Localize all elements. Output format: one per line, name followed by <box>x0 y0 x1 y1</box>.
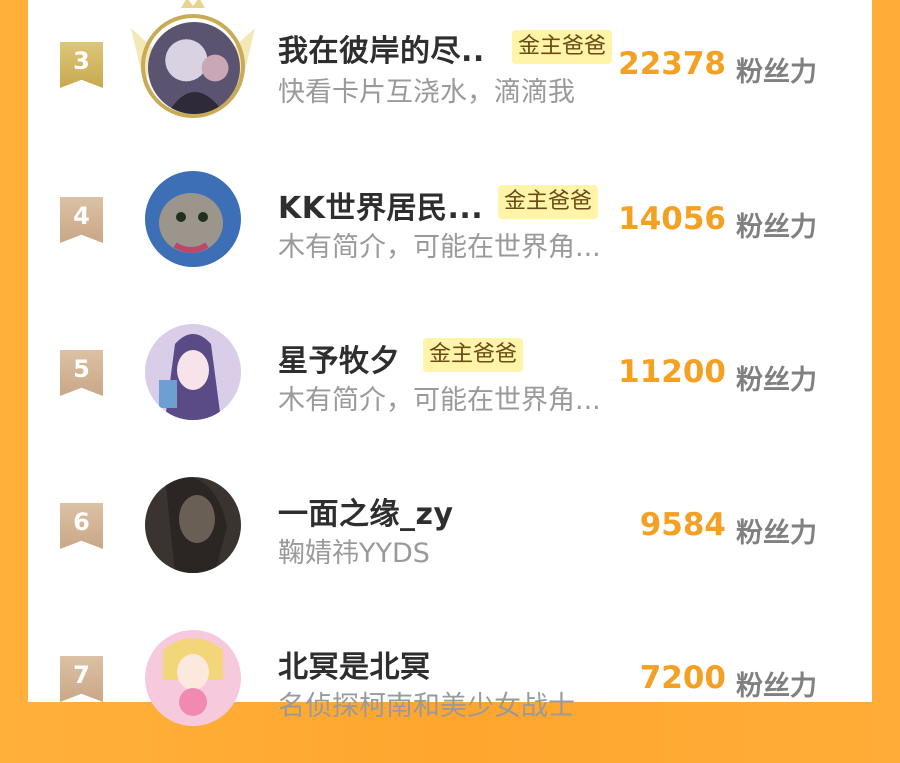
fan-power-value: 22378 <box>618 46 726 82</box>
user-name[interactable]: 北冥是北冥 <box>278 642 431 686</box>
fan-power-label: 粉丝力 <box>736 365 817 396</box>
user-name[interactable]: 一面之缘_zy <box>278 489 454 533</box>
user-description: 木有简介，可能在世界角... <box>278 385 601 416</box>
vip-badge: 金主爸爸 <box>498 185 599 219</box>
user-name[interactable]: 我在彼岸的尽.. <box>278 26 485 70</box>
fan-power-value: 11200 <box>618 354 726 390</box>
ranking-row[interactable]: 3 我在彼岸的尽.. 金主爸爸 快看卡片互浇水，滴滴我 22378 粉丝力 <box>28 0 872 151</box>
avatar[interactable] <box>148 22 240 114</box>
ranking-row[interactable]: 5 星予牧夕 金主爸爸 木有简介，可能在世界角... 11200 粉丝力 <box>28 304 872 457</box>
fan-power-value: 14056 <box>618 201 726 237</box>
rank-badge: 6 <box>60 503 103 549</box>
vip-badge: 金主爸爸 <box>423 338 524 372</box>
rank-badge: 5 <box>60 350 103 396</box>
fan-power-label: 粉丝力 <box>736 57 817 88</box>
rank-badge: 4 <box>60 197 103 243</box>
user-description: 鞠婧祎YYDS <box>278 538 430 569</box>
ranking-row[interactable]: 7 北冥是北冥 名侦探柯南和美少女战士 7200 粉丝力 <box>28 610 872 763</box>
fan-power-label: 粉丝力 <box>736 212 817 243</box>
vip-badge: 金主爸爸 <box>512 30 613 64</box>
fan-ranking-list: 3 我在彼岸的尽.. 金主爸爸 快看卡片互浇水，滴滴我 22378 粉丝力 4 … <box>28 0 872 726</box>
ranking-row[interactable]: 4 KK世界居民... 金主爸爸 木有简介，可能在世界角... 14056 粉丝… <box>28 151 872 304</box>
rank-badge: 3 <box>60 42 103 88</box>
fan-power-value: 7200 <box>639 660 726 696</box>
avatar[interactable] <box>145 630 241 726</box>
user-description: 木有简介，可能在世界角... <box>278 232 601 263</box>
ranking-row[interactable]: 6 一面之缘_zy 鞠婧祎YYDS 9584 粉丝力 <box>28 457 872 610</box>
fan-power-value: 9584 <box>639 507 726 543</box>
fan-power-label: 粉丝力 <box>736 518 817 549</box>
user-name[interactable]: 星予牧夕 <box>278 336 400 380</box>
avatar[interactable] <box>145 477 241 573</box>
user-description: 快看卡片互浇水，滴滴我 <box>278 77 575 108</box>
avatar[interactable] <box>145 171 241 267</box>
fan-power-label: 粉丝力 <box>736 671 817 702</box>
avatar[interactable] <box>145 324 241 420</box>
user-description: 名侦探柯南和美少女战士 <box>278 691 575 722</box>
rank-badge: 7 <box>60 656 103 702</box>
user-name[interactable]: KK世界居民... <box>278 183 483 227</box>
